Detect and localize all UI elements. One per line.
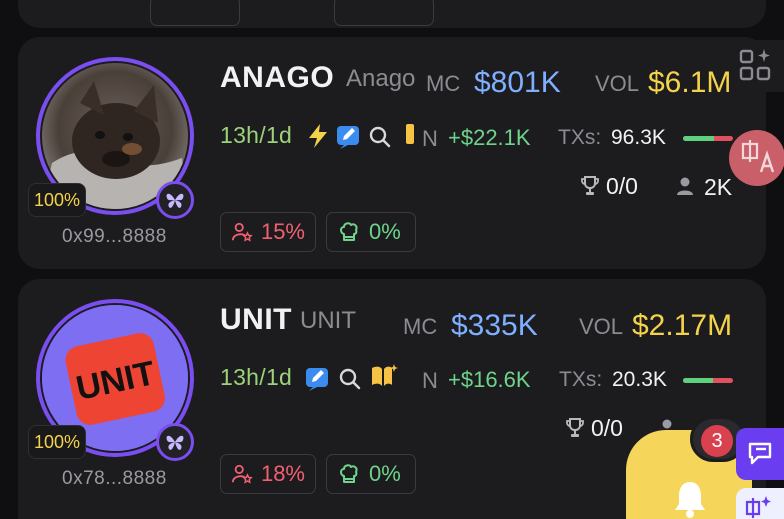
token-address[interactable]: 0x99...8888 <box>62 226 167 248</box>
trophy-icon <box>566 418 584 437</box>
trophy-icon <box>581 176 599 195</box>
txs-value: 20.3K <box>612 368 667 391</box>
dev-holding-pill[interactable]: 15% <box>220 212 316 252</box>
vol-label: VOL <box>579 314 624 339</box>
buy-ratio-fill <box>683 136 714 141</box>
token-symbol: Anago <box>346 65 416 92</box>
chef-hat-icon <box>340 464 358 483</box>
chef-hat-icon <box>340 222 358 241</box>
scan-sparkle-icon <box>739 49 771 81</box>
holders-icon <box>677 177 693 195</box>
top-holders-pill <box>334 0 434 26</box>
token-card[interactable]: 100% 0x99...8888 ANAGO Anago MC $801K VO… <box>18 37 766 269</box>
chain-butterfly-icon <box>156 423 194 461</box>
translate-widget-button[interactable] <box>736 488 784 519</box>
top-holders-pill[interactable]: 0% <box>326 454 416 494</box>
lightning-icon <box>309 124 327 148</box>
status-bar-icon <box>406 124 414 144</box>
token-address[interactable]: 0x78...8888 <box>62 468 167 490</box>
token-name[interactable]: UNIT <box>220 303 292 337</box>
buy-sell-ratio-bar <box>683 136 733 141</box>
txs-label: TXs: <box>559 368 603 391</box>
dev-holding-value: 18% <box>260 461 305 486</box>
chain-butterfly-icon <box>156 181 194 219</box>
net-gain: +$16.6K <box>448 367 531 392</box>
buy-sell-ratio-bar <box>683 378 733 383</box>
notification-count: 3 <box>701 425 733 457</box>
n-label: N <box>422 368 438 393</box>
vol-value: $2.17M <box>632 309 733 342</box>
search-icon[interactable] <box>368 125 392 149</box>
translate-icon <box>741 140 775 173</box>
txs-label: TXs: <box>558 126 602 149</box>
dev-holding-pill <box>150 0 240 26</box>
dev-user-icon <box>231 222 253 242</box>
net-gain: +$22.1K <box>448 125 531 150</box>
mc-value: $801K <box>474 66 561 99</box>
top-holders-pill[interactable]: 0% <box>326 212 416 252</box>
scan-sparkle-button[interactable] <box>730 40 784 92</box>
dev-holding-value: 15% <box>260 219 305 244</box>
holders-count: 2K <box>704 174 733 200</box>
trophy-count: 0/0 <box>591 415 623 441</box>
token-name[interactable]: ANAGO <box>220 61 334 95</box>
translate-sparkle-icon <box>745 496 771 518</box>
top-holders-value: 0% <box>369 461 401 486</box>
chat-widget-button[interactable] <box>736 428 784 480</box>
mc-label: MC <box>426 71 461 96</box>
token-card-previous[interactable] <box>18 0 766 28</box>
edit-icon[interactable] <box>305 365 331 391</box>
bell-icon <box>675 482 705 518</box>
progress-badge: 100% <box>28 183 86 217</box>
progress-badge: 100% <box>28 425 86 459</box>
buy-ratio-fill <box>683 378 713 383</box>
chat-icon <box>748 442 772 465</box>
dev-holding-pill[interactable]: 18% <box>220 454 316 494</box>
search-icon[interactable] <box>338 367 362 391</box>
vol-value: $6.1M <box>648 66 732 99</box>
token-age: 13h/1d <box>220 364 293 390</box>
n-label: N <box>422 126 438 151</box>
dev-user-icon <box>231 464 253 484</box>
token-symbol: UNIT <box>300 307 356 334</box>
vol-label: VOL <box>595 71 640 96</box>
txs-value: 96.3K <box>611 126 666 149</box>
top-holders-value: 0% <box>369 219 401 244</box>
trophy-count: 0/0 <box>606 173 638 199</box>
token-age: 13h/1d <box>220 122 293 148</box>
translate-button[interactable] <box>729 130 784 186</box>
book-sparkle-icon <box>372 364 398 386</box>
edit-icon[interactable] <box>336 123 362 149</box>
mc-value: $335K <box>451 309 538 342</box>
mc-label: MC <box>403 314 438 339</box>
